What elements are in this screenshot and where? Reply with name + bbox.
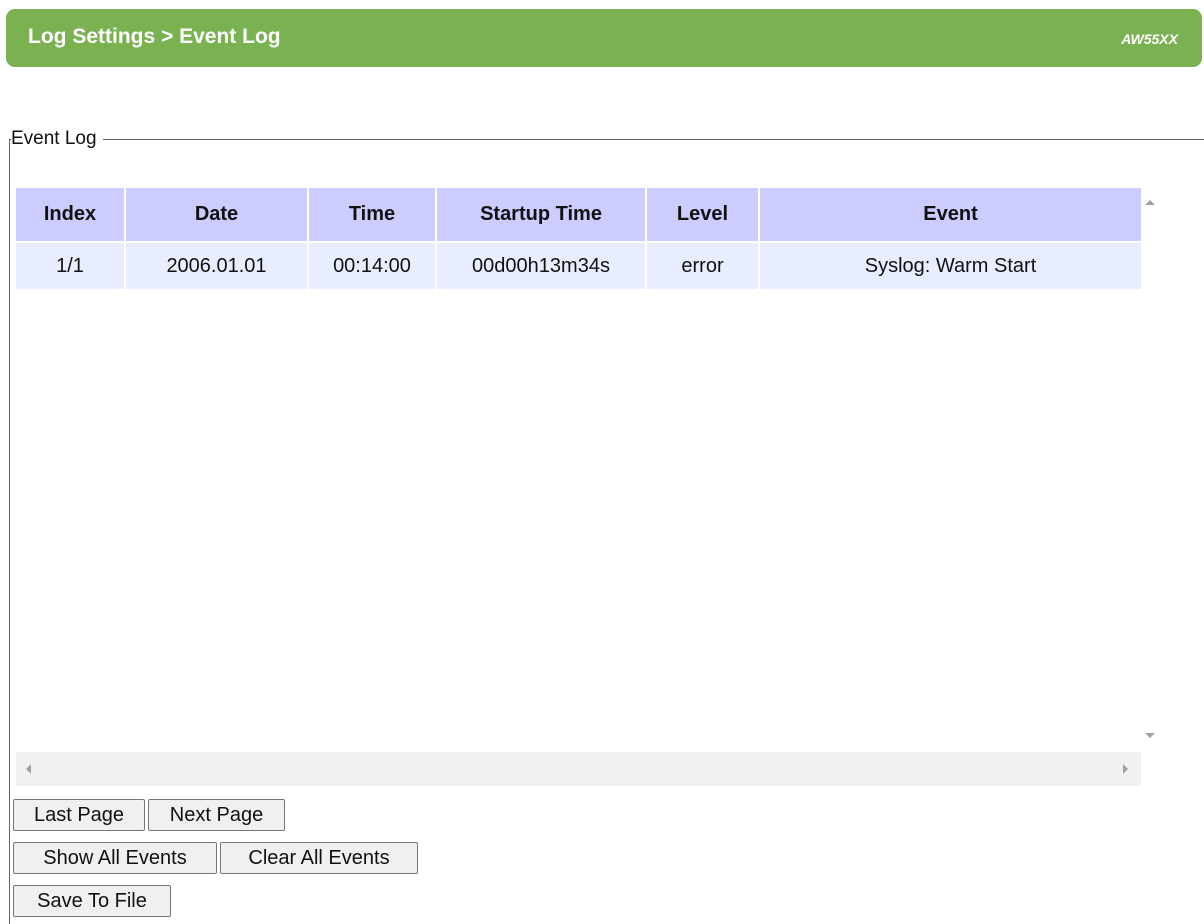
scroll-up-arrow-icon[interactable] bbox=[1145, 200, 1155, 205]
clear-all-events-button[interactable]: Clear All Events bbox=[220, 842, 418, 874]
fieldset-border-left bbox=[9, 139, 10, 924]
scroll-down-arrow-icon[interactable] bbox=[1145, 733, 1155, 738]
save-to-file-button[interactable]: Save To File bbox=[13, 885, 171, 917]
table-row: 1/1 2006.01.01 00:14:00 00d00h13m34s err… bbox=[16, 241, 1141, 289]
next-page-button[interactable]: Next Page bbox=[148, 799, 285, 831]
cell-event: Syslog: Warm Start bbox=[759, 241, 1141, 289]
show-all-events-button[interactable]: Show All Events bbox=[13, 842, 217, 874]
cell-startup-time: 00d00h13m34s bbox=[436, 241, 647, 289]
page-title: Log Settings > Event Log bbox=[28, 25, 281, 48]
cell-index: 1/1 bbox=[16, 241, 126, 289]
event-log-table: Index Date Time Startup Time Level Event… bbox=[16, 188, 1141, 289]
column-header-startup-time[interactable]: Startup Time bbox=[436, 188, 647, 242]
event-log-table-container: Index Date Time Startup Time Level Event… bbox=[16, 188, 1141, 752]
page-header: Log Settings > Event Log AW55XX bbox=[6, 9, 1202, 67]
scroll-right-arrow-icon[interactable] bbox=[1123, 764, 1128, 774]
fieldset-border-top bbox=[9, 139, 1204, 140]
table-header-row: Index Date Time Startup Time Level Event bbox=[16, 188, 1141, 242]
scroll-left-arrow-icon[interactable] bbox=[26, 764, 31, 774]
column-header-index[interactable]: Index bbox=[16, 188, 126, 242]
last-page-button[interactable]: Last Page bbox=[13, 799, 145, 831]
cell-time: 00:14:00 bbox=[308, 241, 437, 289]
column-header-date[interactable]: Date bbox=[125, 188, 309, 242]
cell-level: error bbox=[646, 241, 760, 289]
column-header-level[interactable]: Level bbox=[646, 188, 760, 242]
fieldset-legend: Event Log bbox=[11, 128, 103, 150]
column-header-time[interactable]: Time bbox=[308, 188, 437, 242]
horizontal-scrollbar[interactable] bbox=[16, 752, 1141, 786]
cell-date: 2006.01.01 bbox=[125, 241, 309, 289]
column-header-event[interactable]: Event bbox=[759, 188, 1141, 242]
vertical-scrollbar[interactable] bbox=[1142, 188, 1160, 752]
model-label: AW55XX bbox=[1121, 31, 1178, 47]
